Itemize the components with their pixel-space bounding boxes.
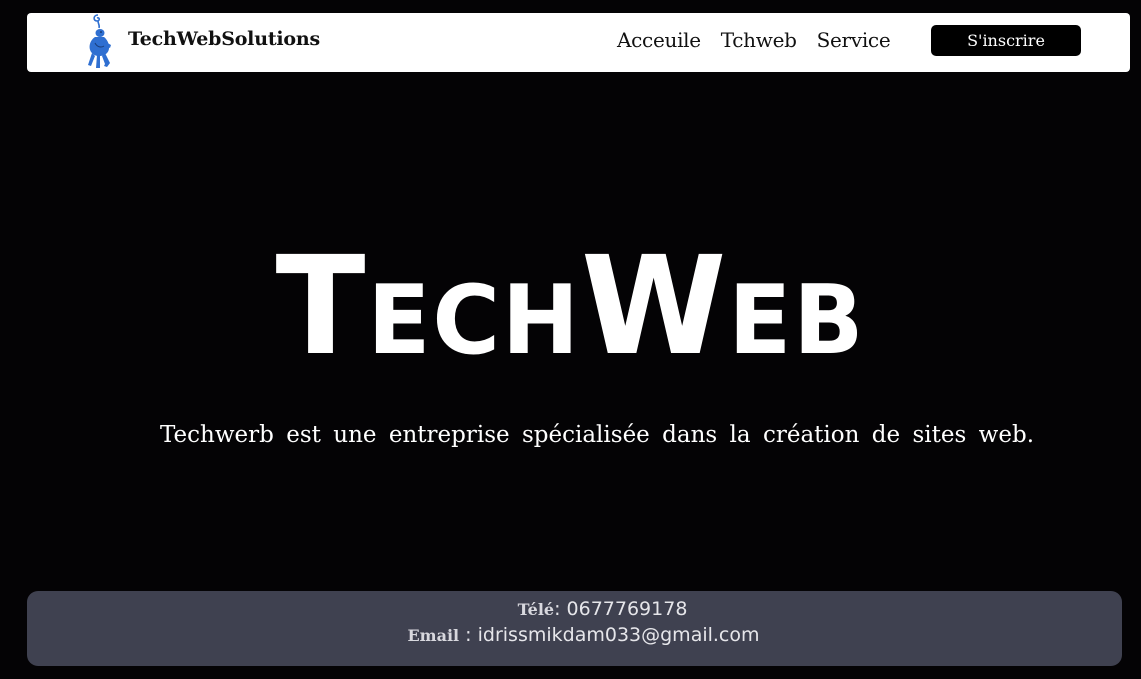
panther-logo-icon[interactable] <box>83 13 117 70</box>
email-value[interactable]: idrissmikdam033@gmail.com <box>478 624 760 646</box>
footer-phone: Télé: 0677769178 <box>83 598 1122 620</box>
phone-separator: : <box>554 598 561 620</box>
hero-title: TechWeb <box>275 228 866 386</box>
email-label: Email <box>407 626 460 645</box>
email-separator: : <box>465 624 472 646</box>
hero-subtitle: Techwerb est une entreprise spécialisée … <box>160 422 1034 448</box>
navbar: TechWebSolutions Acceuile Tchweb Service… <box>27 13 1130 72</box>
nav-link-service[interactable]: Service <box>817 28 891 52</box>
main-nav: Acceuile Tchweb Service <box>617 28 891 52</box>
phone-value: 0677769178 <box>566 598 688 620</box>
phone-label: Télé <box>517 600 555 619</box>
nav-link-acceuile[interactable]: Acceuile <box>617 28 701 52</box>
brand-name[interactable]: TechWebSolutions <box>128 28 320 50</box>
footer: Télé: 0677769178 Email : idrissmikdam033… <box>27 591 1122 666</box>
nav-link-tchweb[interactable]: Tchweb <box>721 28 797 52</box>
footer-email: Email : idrissmikdam033@gmail.com <box>64 624 1103 646</box>
signup-button[interactable]: S'inscrire <box>931 25 1081 56</box>
